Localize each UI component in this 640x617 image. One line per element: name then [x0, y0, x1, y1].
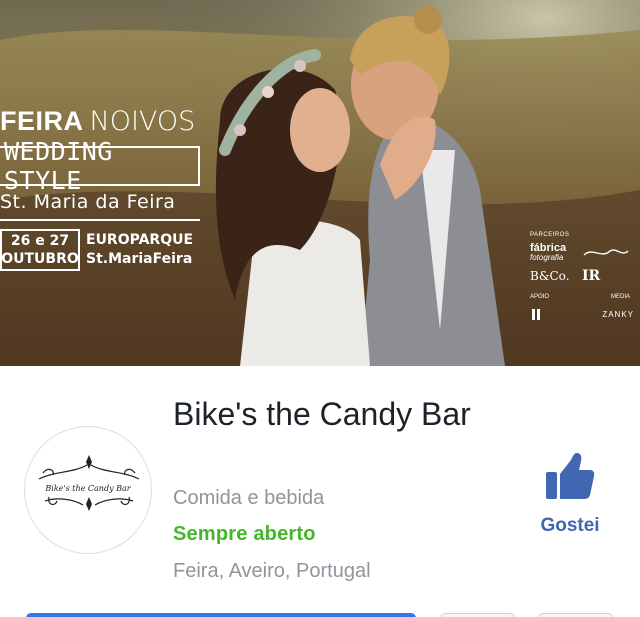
page-category[interactable]: Comida e bebida [173, 487, 324, 510]
script-partner-logo [583, 249, 629, 256]
primary-action-button[interactable] [26, 613, 416, 617]
media-label: MEDIA [610, 294, 630, 300]
partners-labels: APOIO MEDIA [530, 294, 630, 300]
venue-city: St.MariaFeira [86, 251, 193, 267]
fabrica-logo: fábrica fotografia [530, 242, 567, 263]
avatar-logo-text: Bike's the Candy Bar [45, 484, 131, 493]
venue-name: EUROPARQUE [86, 232, 194, 248]
bco-logo: B&Co. [530, 269, 570, 283]
partners-row-3: ZANKY [530, 306, 634, 322]
thumbs-up-icon [546, 453, 595, 499]
event-poster: FEIRA NOIVOS WEDDING STYLE St. Maria da … [0, 106, 205, 271]
opening-hours-status: Sempre aberto [173, 523, 316, 545]
partners-row-1: fábrica fotografia [530, 242, 640, 263]
like-label: Gostei [540, 515, 600, 536]
secondary-action-button[interactable] [440, 613, 515, 617]
cover-photo[interactable]: FEIRA NOIVOS WEDDING STYLE St. Maria da … [0, 0, 640, 366]
apoio-logo-icon [532, 309, 540, 320]
date-days: 26 e 27 [10, 233, 70, 249]
partners-heading: PARCEIROS [530, 232, 570, 238]
partners-row-2: B&Co. IR [530, 268, 640, 284]
page-title[interactable]: Bike's the Candy Bar [173, 393, 493, 436]
event-city: St. Maria da Feira [0, 191, 176, 213]
apoio-label: APOIO [530, 294, 550, 300]
event-dates: 26 e 27 OUTUBRO EUROPARQUE St.MariaFeira [0, 229, 205, 271]
page-location[interactable]: Feira, Aveiro, Portugal [173, 560, 371, 583]
date-month: OUTUBRO [1, 251, 79, 267]
wedding-style-box: WEDDING STYLE [0, 137, 200, 195]
event-title: FEIRA NOIVOS [0, 106, 205, 140]
event-venue: EUROPARQUE St.MariaFeira [86, 229, 193, 271]
like-button[interactable]: Gostei [530, 452, 610, 537]
poster-divider [0, 219, 200, 221]
page-avatar[interactable]: Bike's the Candy Bar [24, 426, 152, 554]
event-title-word2: NOIVOS [89, 106, 196, 137]
event-title-word1: FEIRA [0, 106, 84, 136]
zank-logo: ZANKY [602, 309, 634, 319]
partners-block: PARCEIROS fábrica fotografia B&Co. IR AP… [530, 232, 640, 322]
ir-logo: IR [582, 268, 601, 284]
more-action-button[interactable] [538, 613, 613, 617]
date-box: 26 e 27 OUTUBRO [0, 229, 80, 271]
